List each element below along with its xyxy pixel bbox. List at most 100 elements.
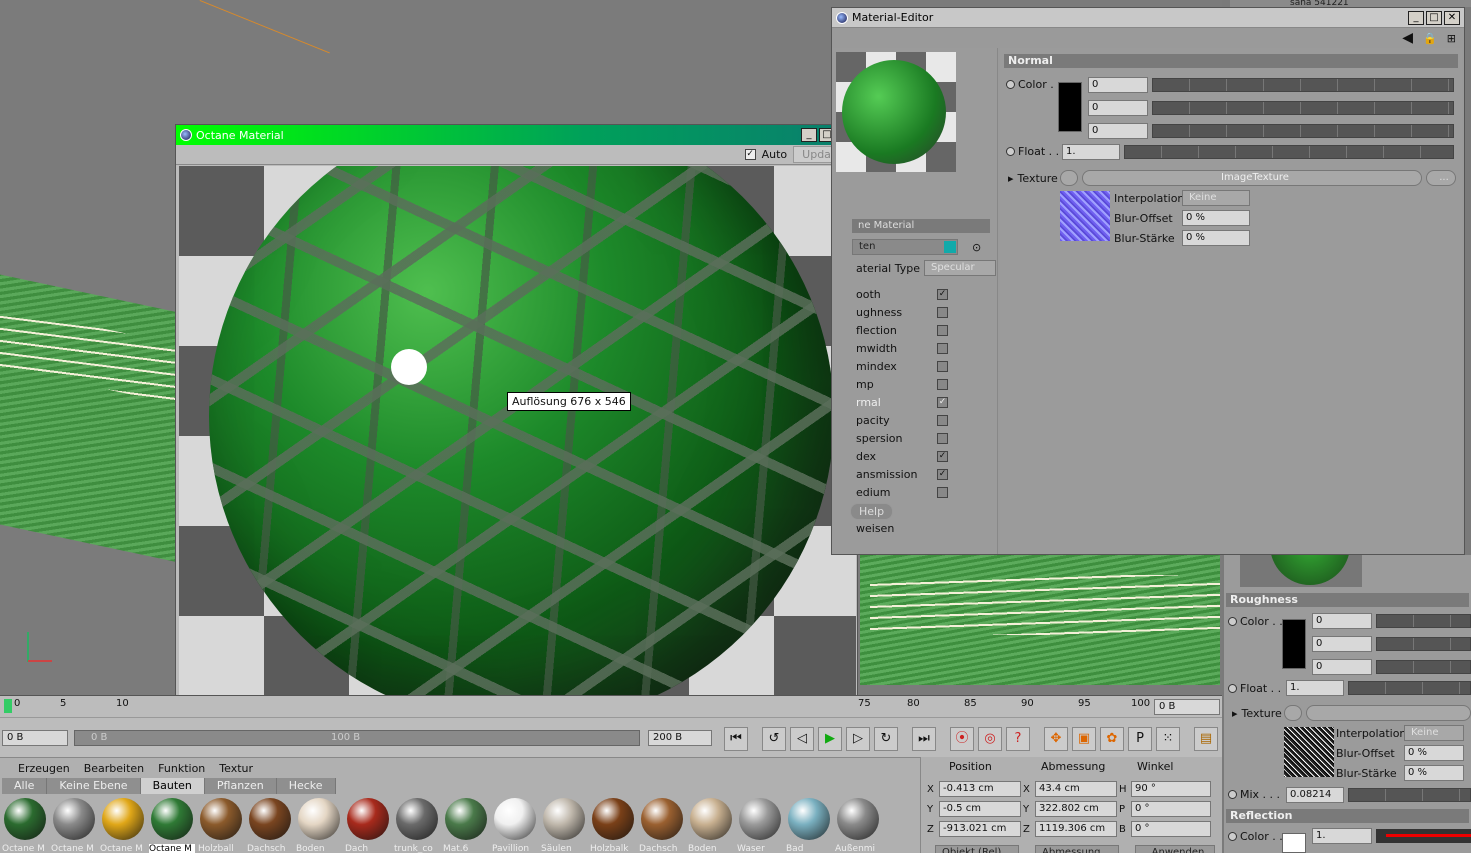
coord-field[interactable]: 0 ° bbox=[1131, 821, 1211, 837]
current-frame-field[interactable]: 0 B bbox=[1154, 699, 1220, 715]
auto-checkbox[interactable]: ✓ bbox=[744, 149, 756, 160]
texture-more-button[interactable]: ... bbox=[1426, 170, 1456, 186]
blur-strength-field[interactable]: 0 % bbox=[1404, 765, 1464, 781]
coord-field[interactable]: 90 ° bbox=[1131, 781, 1211, 797]
channel-row[interactable]: spersion bbox=[856, 429, 996, 447]
refl-color-field[interactable]: 1. bbox=[1312, 828, 1372, 844]
channel-row[interactable]: mwidth bbox=[856, 339, 996, 357]
lock-icon[interactable]: 🔒 bbox=[1423, 32, 1437, 45]
color-radio[interactable] bbox=[1006, 80, 1015, 89]
material-swatch[interactable]: Octane M bbox=[149, 798, 195, 853]
coord-field[interactable]: 322.802 cm bbox=[1035, 801, 1117, 817]
material-swatch[interactable]: Holzbalk bbox=[590, 798, 636, 853]
timeline-ruler[interactable]: 0 5 10 75 80 85 90 95 100 0 B bbox=[0, 695, 1222, 717]
octane-titlebar[interactable]: Octane Material _ □ ✕ bbox=[176, 125, 857, 145]
material-swatch[interactable]: Boden bbox=[296, 798, 342, 853]
playhead[interactable] bbox=[4, 699, 12, 713]
blur-offset-field[interactable]: 0 % bbox=[1404, 745, 1464, 761]
menu-item[interactable]: Funktion bbox=[158, 762, 205, 775]
coord-field[interactable]: 0 ° bbox=[1131, 801, 1211, 817]
material-swatch[interactable]: Octane M bbox=[2, 798, 48, 853]
channel-checkbox[interactable] bbox=[937, 432, 948, 444]
channel-row[interactable]: flection bbox=[856, 321, 996, 339]
material-editor-titlebar[interactable]: Material-Editor _ □ ✕ bbox=[832, 8, 1464, 28]
go-to-start-icon[interactable]: ⏮ bbox=[724, 727, 748, 751]
color-swatch[interactable] bbox=[1282, 619, 1306, 669]
autokey-icon[interactable]: ◎ bbox=[978, 727, 1002, 751]
blur-offset-field[interactable]: 0 % bbox=[1182, 210, 1250, 226]
record-icon[interactable]: ⦿ bbox=[950, 727, 974, 751]
octane-material-window[interactable]: Octane Material _ □ ✕ ✓ Auto Update Aufl… bbox=[175, 124, 858, 713]
channel-checkbox[interactable] bbox=[937, 342, 948, 354]
material-swatch[interactable]: Pavillion bbox=[492, 798, 538, 853]
color-r-slider[interactable] bbox=[1376, 614, 1471, 628]
float-field[interactable]: 1. bbox=[1062, 144, 1120, 160]
channel-row[interactable]: mp bbox=[856, 375, 996, 393]
close-button[interactable]: ✕ bbox=[1444, 10, 1460, 25]
step-back-icon[interactable]: ◁ bbox=[790, 727, 814, 751]
coord-field[interactable]: -0.413 cm bbox=[939, 781, 1021, 797]
minimize-button[interactable]: _ bbox=[801, 128, 817, 142]
channel-row[interactable]: ooth ✓ bbox=[856, 285, 996, 303]
channel-row[interactable]: ughness bbox=[856, 303, 996, 321]
float-field[interactable]: 1. bbox=[1286, 680, 1344, 696]
minimize-button[interactable]: _ bbox=[1408, 10, 1424, 25]
mix-field[interactable]: 0.08214 bbox=[1286, 787, 1344, 803]
param-keys-icon[interactable]: P bbox=[1128, 727, 1152, 751]
material-swatch[interactable]: Säulen bbox=[541, 798, 587, 853]
expand-arrow-icon[interactable]: ▸ bbox=[1232, 707, 1238, 720]
material-tab[interactable]: Alle bbox=[2, 778, 48, 794]
size-mode-dropdown[interactable]: Abmessung bbox=[1035, 845, 1119, 853]
material-swatch[interactable]: Waser bbox=[737, 798, 783, 853]
color-radio[interactable] bbox=[1228, 617, 1237, 626]
move-keys-icon[interactable]: ✥ bbox=[1044, 727, 1068, 751]
channel-checkbox[interactable] bbox=[937, 306, 948, 318]
material-tab[interactable]: Pflanzen bbox=[204, 778, 277, 794]
scale-keys-icon[interactable]: ▣ bbox=[1072, 727, 1096, 751]
material-type-dropdown[interactable]: Specular bbox=[923, 260, 996, 276]
blur-strength-field[interactable]: 0 % bbox=[1182, 230, 1250, 246]
mix-radio[interactable] bbox=[1228, 790, 1237, 799]
channel-checkbox[interactable] bbox=[937, 378, 948, 390]
material-tab[interactable]: Keine Ebene bbox=[47, 778, 141, 794]
color-g-slider[interactable] bbox=[1152, 101, 1454, 115]
texture-menu-button[interactable] bbox=[1060, 170, 1078, 186]
step-forward-icon[interactable]: ▷ bbox=[846, 727, 870, 751]
new-window-icon[interactable]: ⊞ bbox=[1447, 32, 1456, 45]
float-radio[interactable] bbox=[1006, 147, 1015, 156]
channel-checkbox[interactable] bbox=[937, 324, 948, 336]
material-tab[interactable]: Hecke bbox=[276, 778, 336, 794]
color-swatch[interactable] bbox=[1058, 82, 1082, 132]
texture-name-button[interactable] bbox=[1306, 705, 1471, 721]
channel-checkbox[interactable]: ✓ bbox=[937, 450, 948, 462]
material-swatch[interactable]: Octane M bbox=[100, 798, 146, 853]
material-tab[interactable]: Bauten bbox=[140, 778, 205, 794]
color-b-slider[interactable] bbox=[1376, 660, 1471, 674]
refl-color-swatch[interactable] bbox=[1282, 833, 1306, 853]
material-swatch[interactable]: Dachsch bbox=[639, 798, 685, 853]
channel-checkbox[interactable]: ✓ bbox=[937, 396, 948, 408]
texture-name-button[interactable]: ImageTexture bbox=[1082, 170, 1422, 186]
channel-checkbox[interactable] bbox=[937, 360, 948, 372]
color-b-field[interactable]: 0 bbox=[1088, 123, 1148, 139]
menu-item[interactable]: Textur bbox=[219, 762, 253, 775]
rotate-keys-icon[interactable]: ✿ bbox=[1100, 727, 1124, 751]
float-radio[interactable] bbox=[1228, 684, 1237, 693]
menu-item[interactable]: Erzeugen bbox=[18, 762, 70, 775]
loop-back-icon[interactable]: ↺ bbox=[762, 727, 786, 751]
name-field[interactable]: ten bbox=[852, 239, 958, 255]
mix-slider[interactable] bbox=[1348, 788, 1471, 802]
help-button[interactable]: Help bbox=[850, 503, 894, 520]
texture-menu-button[interactable] bbox=[1284, 705, 1302, 721]
color-r-field[interactable]: 0 bbox=[1088, 77, 1148, 93]
material-swatch[interactable]: Dach bbox=[345, 798, 391, 853]
channel-row[interactable]: ansmission ✓ bbox=[856, 465, 996, 483]
material-editor-window[interactable]: Material-Editor _ □ ✕ ◀ 🔒 ⊞ ne Material … bbox=[831, 7, 1465, 555]
channel-checkbox[interactable]: ✓ bbox=[937, 468, 948, 480]
channel-row[interactable]: edium bbox=[856, 483, 996, 501]
coord-field[interactable]: -913.021 cm bbox=[939, 821, 1021, 837]
color-r-slider[interactable] bbox=[1152, 78, 1454, 92]
coord-mode-dropdown[interactable]: Objekt (Rel) bbox=[935, 845, 1019, 853]
material-swatch[interactable]: Außenmi bbox=[835, 798, 881, 853]
expand-arrow-icon[interactable]: ▸ bbox=[1008, 172, 1014, 185]
